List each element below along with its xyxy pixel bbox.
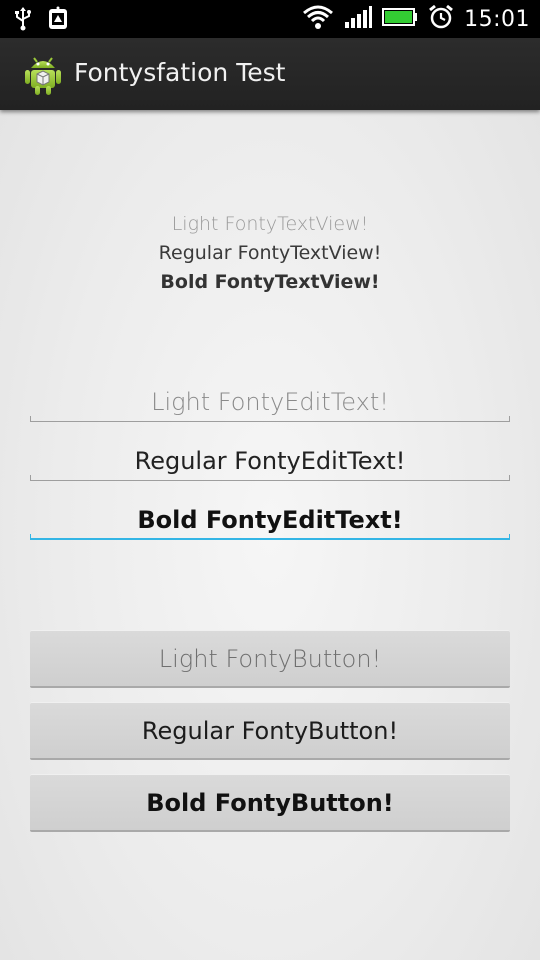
bold-edit-text-value: Bold FontyEditText! — [137, 506, 403, 534]
status-time: 15:01 — [464, 7, 530, 32]
bold-button-label: Bold FontyButton! — [146, 789, 394, 817]
action-bar: Fontysfation Test — [0, 38, 540, 110]
app-title: Fontysfation Test — [74, 58, 286, 87]
bold-edit-text[interactable]: Bold FontyEditText! — [30, 500, 510, 540]
light-button-label: Light FontyButton! — [158, 645, 382, 673]
light-edit-text-value: Light FontyEditText! — [151, 388, 389, 416]
regular-edit-text-value: Regular FontyEditText! — [134, 447, 406, 475]
status-right-icons: 15:01 — [302, 4, 530, 35]
signal-icon — [344, 5, 373, 34]
android-app-icon[interactable] — [22, 52, 64, 96]
bold-text-view: Bold FontyTextView! — [160, 271, 380, 293]
light-edit-text[interactable]: Light FontyEditText! — [30, 382, 510, 422]
battery-icon — [382, 7, 418, 32]
light-text-view: Light FontyTextView! — [171, 213, 369, 235]
regular-edit-text[interactable]: Regular FontyEditText! — [30, 441, 510, 481]
regular-text-view: Regular FontyTextView! — [158, 242, 382, 264]
regular-button-label: Regular FontyButton! — [141, 717, 399, 745]
wifi-icon — [302, 4, 334, 35]
android-debug-icon — [46, 6, 70, 37]
bold-button[interactable]: Bold FontyButton! — [30, 774, 510, 832]
light-button[interactable]: Light FontyButton! — [30, 630, 510, 688]
alarm-icon — [428, 4, 454, 35]
status-left-icons — [14, 6, 70, 37]
usb-icon — [14, 7, 32, 36]
regular-button[interactable]: Regular FontyButton! — [30, 702, 510, 760]
status-bar: 15:01 — [0, 0, 540, 38]
